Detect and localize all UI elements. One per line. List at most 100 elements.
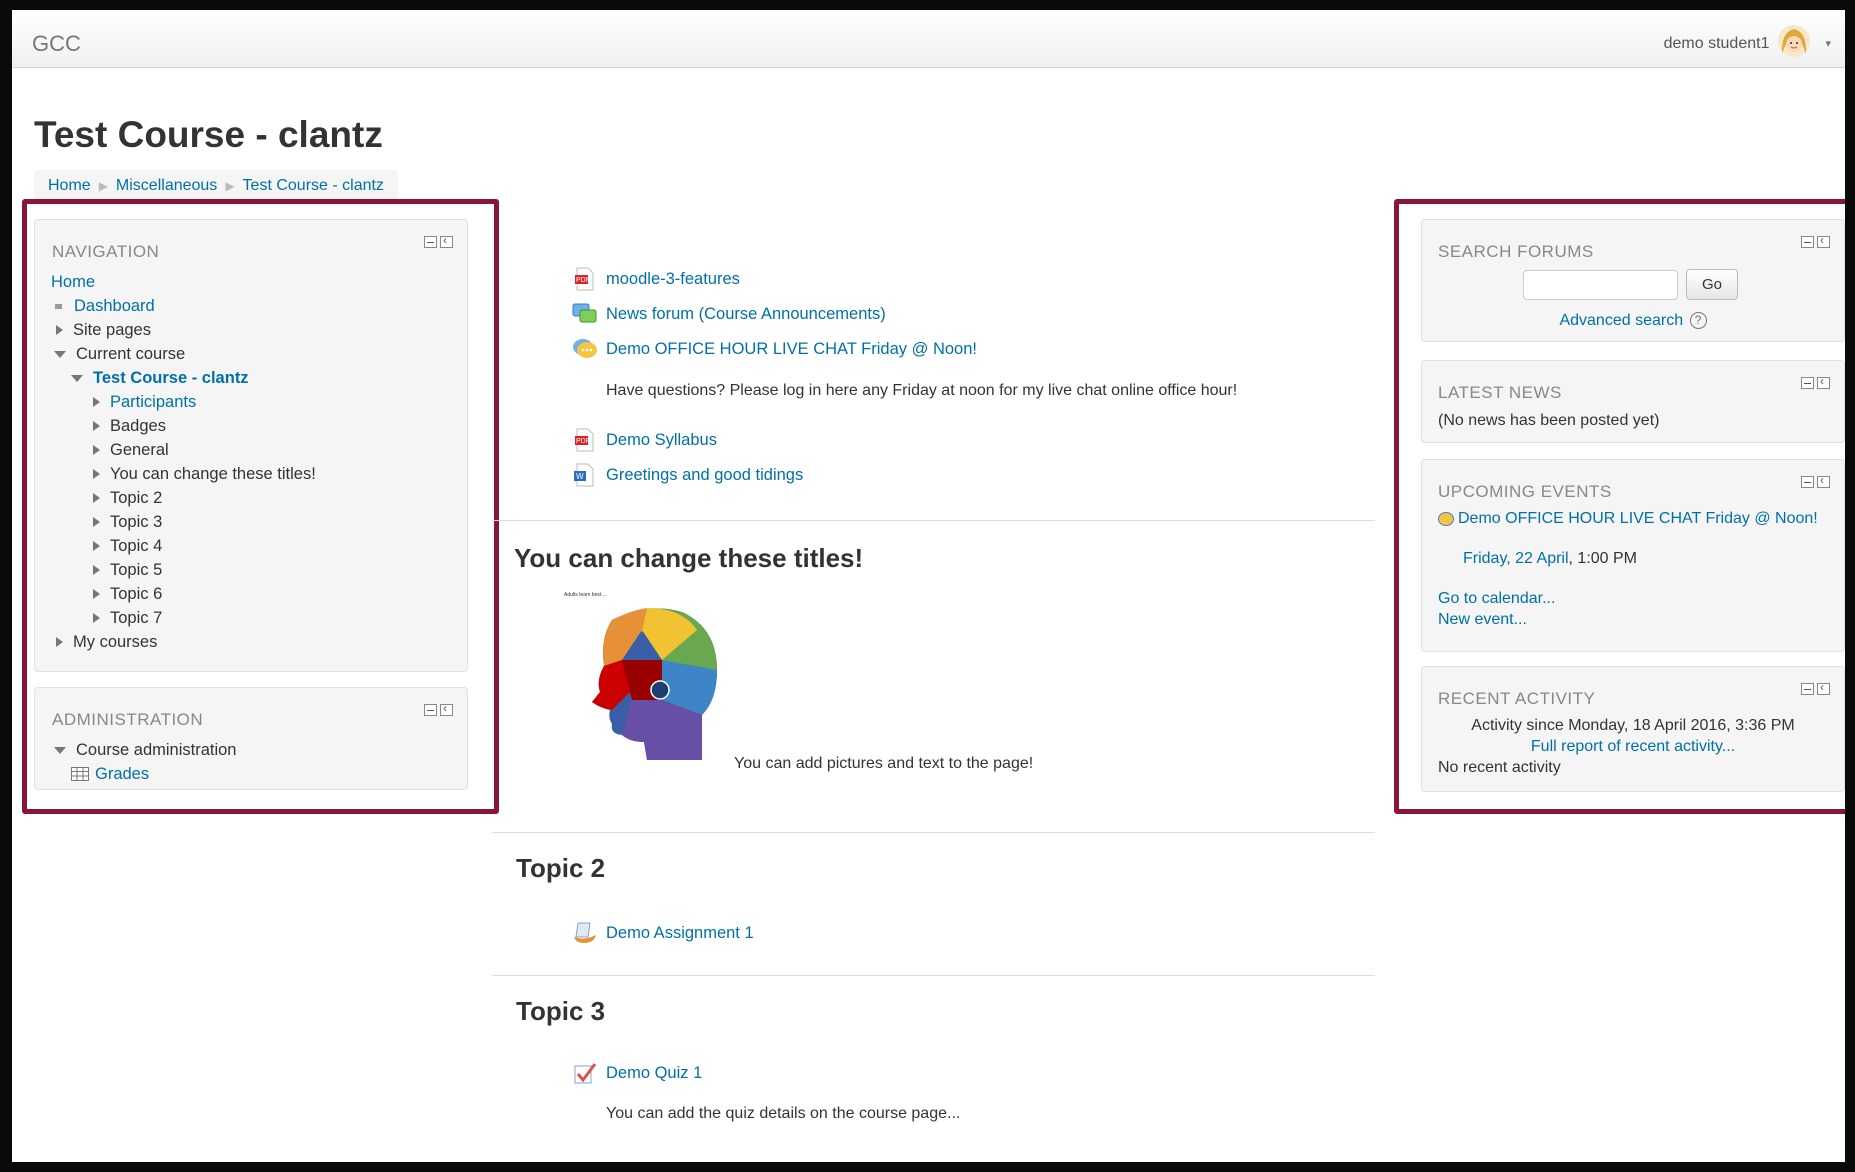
nav-course-item[interactable]: Topic 3 xyxy=(51,510,451,534)
section-title: Topic 3 xyxy=(516,996,606,1026)
nav-item-label: Topic 3 xyxy=(110,513,163,531)
breadcrumb-course[interactable]: Test Course - clantz xyxy=(243,177,384,195)
forum-icon xyxy=(572,302,598,326)
nav-course-item[interactable]: You can change these titles! xyxy=(51,462,451,486)
collapse-icon[interactable] xyxy=(1801,476,1814,488)
block-controls xyxy=(1801,374,1830,389)
breadcrumb-home[interactable]: Home xyxy=(48,177,91,195)
brain-image: Adults learn best ... xyxy=(552,592,734,776)
expand-icon[interactable] xyxy=(93,589,100,599)
collapse-icon[interactable] xyxy=(1801,683,1814,695)
expand-icon[interactable] xyxy=(93,397,100,407)
nav-course-item[interactable]: Topic 2 xyxy=(51,486,451,510)
event-date-link[interactable]: Friday, 22 April xyxy=(1463,550,1569,567)
nav-my-courses[interactable]: My courses xyxy=(51,630,451,654)
resource-link[interactable]: Greetings and good tidings xyxy=(606,466,803,485)
full-report-row: Full report of recent activity... xyxy=(1422,738,1844,756)
dock-icon[interactable] xyxy=(440,233,453,248)
section-divider xyxy=(492,975,1375,976)
grades-link[interactable]: Grades xyxy=(95,762,149,786)
nav-course-admin[interactable]: Course administration xyxy=(51,738,451,762)
nav-home[interactable]: Home xyxy=(51,270,451,294)
nav-participants-link[interactable]: Participants xyxy=(110,390,196,414)
expand-icon[interactable] xyxy=(93,565,100,575)
expand-icon[interactable] xyxy=(93,421,100,431)
chat-icon xyxy=(572,337,598,361)
nav-course-item[interactable]: Topic 6 xyxy=(51,582,451,606)
quiz-link[interactable]: Demo Quiz 1 xyxy=(606,1064,702,1083)
assignment-link[interactable]: Demo Assignment 1 xyxy=(606,924,754,943)
dock-icon[interactable] xyxy=(1817,680,1830,695)
nav-item-label: You can change these titles! xyxy=(110,465,316,483)
help-icon[interactable]: ? xyxy=(1689,312,1707,330)
collapse-arrow-icon[interactable] xyxy=(54,746,66,754)
nav-course-item[interactable]: Topic 4 xyxy=(51,534,451,558)
nav-course[interactable]: Test Course - clantz xyxy=(51,366,451,390)
chevron-down-icon[interactable]: ▾ xyxy=(1825,37,1831,50)
dock-icon[interactable] xyxy=(1817,374,1830,389)
top-navbar: GCC demo student1 ▾ xyxy=(12,10,1845,68)
new-event-link[interactable]: New event... xyxy=(1438,611,1527,629)
resource-item[interactable]: News forum (Course Announcements) xyxy=(572,302,886,326)
resource-link[interactable]: News forum (Course Announcements) xyxy=(606,305,886,324)
resource-item[interactable]: PDF Demo Syllabus xyxy=(572,428,717,452)
resource-link[interactable]: Demo Syllabus xyxy=(606,431,717,450)
expand-icon[interactable] xyxy=(93,613,100,623)
user-avatar-icon[interactable] xyxy=(1777,24,1811,63)
collapse-icon[interactable] xyxy=(1801,236,1814,248)
collapse-icon[interactable] xyxy=(1801,377,1814,389)
nav-course-item[interactable]: Badges xyxy=(51,414,451,438)
section-divider xyxy=(492,520,1375,521)
nav-home-link[interactable]: Home xyxy=(51,270,95,294)
dock-icon[interactable] xyxy=(1817,233,1830,248)
collapse-icon[interactable] xyxy=(424,236,437,248)
navigation-tree: Home Dashboard Site pages Current course… xyxy=(51,270,451,654)
collapse-arrow-icon[interactable] xyxy=(54,350,66,358)
nav-site-pages[interactable]: Site pages xyxy=(51,318,451,342)
expand-icon[interactable] xyxy=(93,469,100,479)
svg-text:W: W xyxy=(576,472,584,481)
upcoming-event-link[interactable]: Demo OFFICE HOUR LIVE CHAT Friday @ Noon… xyxy=(1458,510,1818,527)
expand-icon[interactable] xyxy=(56,325,63,335)
search-forums-input[interactable] xyxy=(1523,270,1678,300)
expand-icon[interactable] xyxy=(93,445,100,455)
site-brand[interactable]: GCC xyxy=(32,31,81,57)
nav-current-course[interactable]: Current course xyxy=(51,342,451,366)
breadcrumb-category[interactable]: Miscellaneous xyxy=(116,177,217,195)
collapse-icon[interactable] xyxy=(424,704,437,716)
assignment-icon xyxy=(572,921,598,945)
nav-course-item[interactable]: Topic 7 xyxy=(51,606,451,630)
block-controls xyxy=(1801,233,1830,248)
nav-course-item[interactable]: Topic 5 xyxy=(51,558,451,582)
nav-dashboard[interactable]: Dashboard xyxy=(51,294,451,318)
expand-icon[interactable] xyxy=(93,541,100,551)
username[interactable]: demo student1 xyxy=(1664,35,1770,53)
activity-item[interactable]: Demo Quiz 1 xyxy=(572,1061,702,1085)
block-controls xyxy=(1801,680,1830,695)
resource-link[interactable]: moodle-3-features xyxy=(606,270,740,289)
nav-grades[interactable]: Grades xyxy=(51,762,451,786)
dock-icon[interactable] xyxy=(1817,473,1830,488)
dock-icon[interactable] xyxy=(440,701,453,716)
resource-item[interactable]: PDF moodle-3-features xyxy=(572,267,740,291)
search-go-button[interactable]: Go xyxy=(1686,269,1738,300)
svg-text:PDF: PDF xyxy=(576,438,590,445)
expand-icon[interactable] xyxy=(56,637,63,647)
nav-course-link[interactable]: Test Course - clantz xyxy=(93,366,249,390)
nav-course-item[interactable]: General xyxy=(51,438,451,462)
expand-icon[interactable] xyxy=(93,493,100,503)
activity-item[interactable]: Demo Assignment 1 xyxy=(572,921,754,945)
upcoming-event-date: Friday, 22 April, 1:00 PM xyxy=(1463,550,1637,568)
go-to-calendar-link[interactable]: Go to calendar... xyxy=(1438,590,1555,608)
resource-link[interactable]: Demo OFFICE HOUR LIVE CHAT Friday @ Noon… xyxy=(606,340,977,359)
nav-dashboard-link[interactable]: Dashboard xyxy=(74,294,155,318)
svg-text:PDF: PDF xyxy=(576,277,590,284)
full-report-link[interactable]: Full report of recent activity... xyxy=(1531,738,1735,755)
resource-item[interactable]: Demo OFFICE HOUR LIVE CHAT Friday @ Noon… xyxy=(572,337,977,361)
resource-item[interactable]: W Greetings and good tidings xyxy=(572,463,803,487)
collapse-arrow-icon[interactable] xyxy=(71,374,83,382)
expand-icon[interactable] xyxy=(93,517,100,527)
nav-participants[interactable]: Participants xyxy=(51,390,451,414)
user-menu[interactable]: demo student1 ▾ xyxy=(1664,24,1831,63)
advanced-search-link[interactable]: Advanced search xyxy=(1559,312,1683,329)
